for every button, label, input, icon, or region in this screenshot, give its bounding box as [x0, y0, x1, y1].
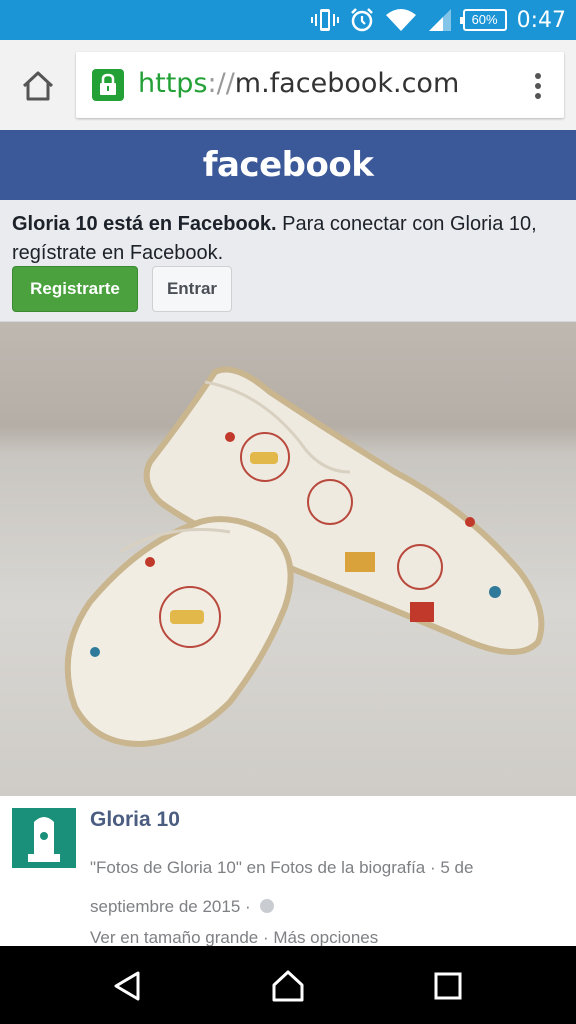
- battery-level: 60%: [471, 12, 498, 27]
- status-bar: 60% 0:47: [0, 0, 576, 40]
- recents-icon[interactable]: [430, 968, 466, 1004]
- avatar[interactable]: [12, 808, 76, 868]
- caption-line-1: "Fotos de Gloria 10" en Fotos de la biog…: [90, 858, 474, 877]
- caption-line-2: septiembre de 2015 ·: [90, 887, 560, 926]
- back-icon[interactable]: [110, 968, 146, 1004]
- browser-toolbar: https://m.facebook.com: [0, 40, 576, 130]
- vibrate-icon: [310, 9, 339, 31]
- url-host: m.facebook.com: [234, 68, 460, 99]
- url-scheme: https: [138, 68, 208, 99]
- notice-text: Gloria 10 está en Facebook. Para conecta…: [12, 210, 564, 268]
- home-icon[interactable]: [20, 68, 56, 104]
- url-text[interactable]: https://m.facebook.com: [138, 68, 459, 99]
- post-links[interactable]: Ver en tamaño grande · Más opciones: [90, 928, 378, 948]
- navigation-bar: [0, 946, 576, 1024]
- url-separator: ://: [207, 68, 235, 99]
- author-name[interactable]: Gloria 10: [90, 808, 180, 832]
- login-button[interactable]: Entrar: [152, 266, 232, 312]
- clock: 0:47: [516, 7, 566, 33]
- caption-date: septiembre de 2015 ·: [90, 897, 251, 916]
- notice-bold: Gloria 10 está en Facebook.: [12, 213, 277, 235]
- facebook-logo[interactable]: facebook: [203, 145, 374, 185]
- register-button[interactable]: Registrarte: [12, 266, 138, 312]
- home-nav-icon[interactable]: [270, 968, 306, 1004]
- signal-icon: [428, 9, 451, 31]
- facebook-header: facebook: [0, 130, 576, 200]
- address-bar[interactable]: https://m.facebook.com: [76, 52, 564, 118]
- post-caption: "Fotos de Gloria 10" en Fotos de la biog…: [90, 848, 560, 926]
- battery-icon: 60%: [459, 9, 507, 31]
- overflow-menu-icon[interactable]: [534, 72, 542, 100]
- globe-icon: [260, 899, 275, 913]
- wifi-icon: [385, 9, 416, 31]
- espadrilles-image: [64, 366, 545, 748]
- post-photo[interactable]: [0, 322, 576, 796]
- lock-icon: [92, 69, 124, 101]
- post-details: Gloria 10 "Fotos de Gloria 10" en Fotos …: [0, 796, 576, 948]
- alarm-icon: [350, 8, 373, 32]
